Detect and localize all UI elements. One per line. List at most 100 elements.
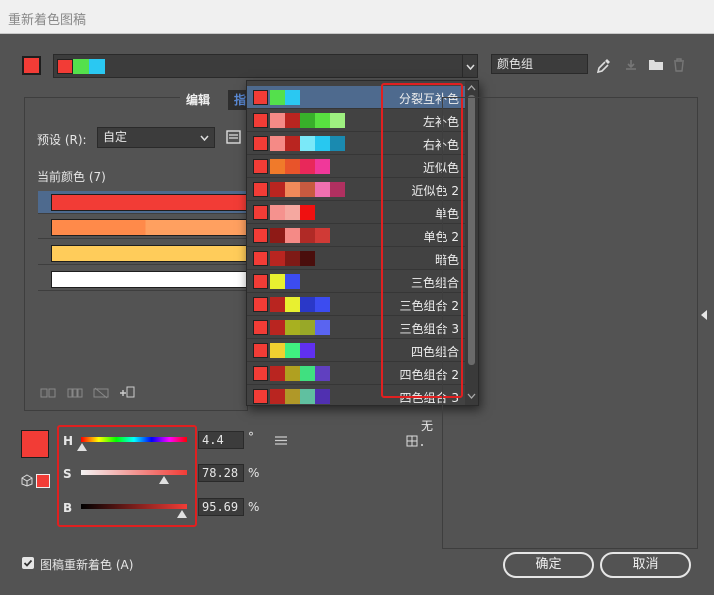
tab-edit[interactable]: 编辑 — [180, 90, 228, 110]
harmony-chip — [285, 274, 300, 289]
harmony-chip — [285, 389, 300, 404]
brightness-unit: % — [248, 500, 260, 514]
harmony-color-chips — [253, 159, 330, 174]
harmony-chip — [285, 320, 300, 335]
harmony-chip — [285, 182, 300, 197]
new-folder-icon[interactable] — [648, 58, 664, 71]
harmony-chip — [315, 159, 330, 174]
harmony-chip — [315, 366, 330, 381]
expand-panel-icon[interactable] — [700, 309, 708, 321]
trash-icon[interactable] — [673, 58, 685, 72]
saturation-slider-track[interactable] — [81, 470, 187, 475]
harmony-chip — [253, 182, 268, 197]
gamut-color-swatch[interactable] — [36, 474, 50, 488]
harmony-chip — [270, 251, 285, 266]
harmony-chip — [270, 228, 285, 243]
hue-slider-thumb[interactable] — [77, 443, 88, 451]
current-color-bar[interactable] — [51, 271, 248, 288]
harmony-chip — [270, 113, 285, 128]
chevron-down-icon — [465, 64, 475, 71]
current-colors-label: 当前颜色 (7) — [37, 170, 106, 184]
brightness-slider-track[interactable] — [81, 504, 187, 509]
harmony-chip — [285, 205, 300, 220]
harmony-chip — [300, 159, 315, 174]
preset-options-icon[interactable] — [226, 130, 241, 144]
separate-colors-icon[interactable] — [67, 387, 83, 399]
preset-label: 预设 (R): — [37, 133, 87, 147]
harmony-chip — [270, 320, 285, 335]
harmony-chip — [300, 205, 315, 220]
harmony-chip — [285, 297, 300, 312]
harmony-chip — [270, 297, 285, 312]
harmony-chip — [300, 228, 315, 243]
color-group-name-field[interactable]: 颜色组 — [491, 54, 588, 74]
current-color-bar[interactable] — [51, 219, 248, 236]
harmony-chip — [300, 251, 315, 266]
harmony-chip — [270, 90, 285, 105]
harmony-chip — [285, 228, 300, 243]
preset-value: 自定 — [103, 130, 128, 144]
harmony-chip — [253, 297, 268, 312]
harmony-chip — [270, 182, 285, 197]
harmony-chip — [315, 389, 330, 404]
recolor-checkbox-label[interactable]: 图稿重新着色 (A) — [40, 556, 133, 573]
harmony-chip — [270, 205, 285, 220]
color-mode-icon[interactable] — [406, 435, 426, 447]
color-wheel-panel — [442, 97, 698, 549]
harmony-chip — [270, 136, 285, 151]
harmony-chip — [253, 366, 268, 381]
title-bar: 重新着色图稿 — [0, 0, 714, 34]
harmony-chip — [285, 366, 300, 381]
preset-select[interactable]: 自定 — [97, 127, 215, 148]
ok-button[interactable]: 确定 — [503, 552, 594, 578]
hue-slider-track[interactable] — [81, 437, 187, 442]
harmony-chip — [270, 366, 285, 381]
harmony-chip — [253, 228, 268, 243]
tab-assign[interactable]: 指 — [228, 90, 248, 110]
saturation-slider-thumb[interactable] — [158, 476, 169, 484]
saturation-value-field[interactable]: 78.28 — [198, 464, 244, 482]
slider-menu-icon[interactable] — [275, 436, 287, 445]
recolor-checkbox[interactable] — [22, 557, 34, 569]
none-label: 无 — [421, 419, 434, 433]
harmony-dropdown-button[interactable] — [463, 54, 478, 78]
color-group-preview[interactable] — [53, 54, 463, 78]
harmony-chip — [315, 113, 330, 128]
hue-value-field[interactable]: 4.4 — [198, 431, 244, 449]
brightness-value-field[interactable]: 95.69 — [198, 498, 244, 516]
harmony-chip — [253, 90, 268, 105]
harmony-color-chips — [253, 136, 345, 151]
current-color-bar[interactable] — [51, 245, 248, 262]
harmony-chip — [330, 113, 345, 128]
current-color-row[interactable] — [38, 268, 248, 291]
eyedropper-icon[interactable] — [597, 58, 611, 74]
hue-unit: ° — [248, 430, 254, 444]
harmony-color-chips — [253, 297, 330, 312]
harmony-chip — [315, 228, 330, 243]
harmony-chip — [300, 343, 315, 358]
active-color-swatch[interactable] — [22, 56, 41, 75]
harmony-chip — [285, 159, 300, 174]
exclude-colors-icon[interactable] — [93, 387, 109, 399]
gamut-cube-icon[interactable] — [21, 474, 33, 487]
harmony-chip — [315, 136, 330, 151]
harmony-chip — [253, 389, 268, 404]
harmony-color-chips — [253, 182, 345, 197]
current-color-bar[interactable] — [51, 194, 248, 211]
current-color-row[interactable] — [38, 216, 248, 239]
current-color-row[interactable] — [38, 242, 248, 265]
brightness-slider-thumb[interactable] — [177, 510, 188, 518]
new-row-icon[interactable] — [118, 385, 136, 399]
harmony-chip — [300, 366, 315, 381]
scroll-up-icon[interactable] — [465, 83, 478, 93]
current-color-row[interactable] — [38, 191, 248, 214]
hue-label: H — [63, 434, 74, 448]
harmony-chip — [285, 343, 300, 358]
cancel-button[interactable]: 取消 — [600, 552, 691, 578]
selected-color-swatch[interactable] — [21, 430, 49, 458]
chevron-down-icon — [200, 135, 209, 141]
save-to-swatches-icon[interactable] — [624, 58, 638, 72]
merge-colors-icon[interactable] — [40, 387, 56, 399]
harmony-color-chips — [253, 205, 315, 220]
saturation-label: S — [63, 467, 72, 481]
